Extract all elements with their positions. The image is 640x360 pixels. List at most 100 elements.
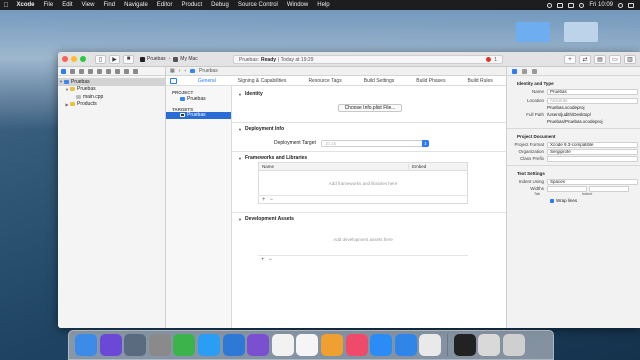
format-select[interactable]: Xcode 9.3-compatible bbox=[547, 141, 638, 148]
section-identity[interactable]: ▼ Identity bbox=[232, 90, 506, 98]
section-deployment[interactable]: ▼ Deployment Info bbox=[232, 125, 506, 133]
dock-chrome-icon[interactable] bbox=[419, 334, 442, 356]
forward-icon[interactable]: › bbox=[184, 68, 186, 74]
apple-menu-icon[interactable]:  bbox=[0, 2, 12, 9]
code-review-button[interactable]: ⇄ bbox=[579, 55, 591, 64]
tree-item-group[interactable]: ▼ Pruebas bbox=[58, 86, 165, 94]
name-field[interactable]: Pruebas bbox=[547, 88, 638, 95]
menu-file[interactable]: File bbox=[39, 2, 58, 8]
dock-terminal-icon[interactable] bbox=[453, 334, 476, 356]
menu-navigate[interactable]: Navigate bbox=[120, 2, 153, 8]
debug-icon[interactable] bbox=[115, 68, 120, 74]
back-icon[interactable]: ‹ bbox=[179, 68, 181, 74]
menu-product[interactable]: Product bbox=[177, 2, 207, 8]
notification-center-icon[interactable] bbox=[628, 2, 634, 8]
disclosure-open-icon[interactable]: ▼ bbox=[238, 217, 242, 222]
dock-pages-icon[interactable] bbox=[222, 334, 245, 356]
menu-debug[interactable]: Debug bbox=[207, 2, 234, 8]
dock-finder-icon[interactable] bbox=[75, 334, 97, 356]
tab-build-phases[interactable]: Build Phases bbox=[405, 78, 456, 84]
tab-build-settings[interactable]: Build Settings bbox=[353, 78, 406, 84]
dock-itunes-icon[interactable] bbox=[345, 334, 368, 356]
menu-xcode[interactable]: Xcode bbox=[12, 2, 39, 8]
history-icon[interactable] bbox=[522, 68, 527, 74]
organization-field[interactable]: Sergiprofe bbox=[547, 148, 638, 155]
menu-view[interactable]: View bbox=[77, 2, 99, 8]
menu-window[interactable]: Window bbox=[282, 2, 312, 8]
add-asset-button[interactable]: + bbox=[261, 257, 265, 263]
dock-system-preferences-icon[interactable] bbox=[148, 334, 171, 356]
disclosure-open-icon[interactable]: ▼ bbox=[238, 156, 242, 161]
menu-edit[interactable]: Edit bbox=[58, 2, 77, 8]
tab-resource-tags[interactable]: Resource Tags bbox=[297, 78, 352, 84]
menu-help[interactable]: Help bbox=[313, 2, 334, 8]
dock-xcode-instruments-icon[interactable] bbox=[197, 334, 220, 356]
indent-width-field[interactable] bbox=[589, 185, 629, 192]
toggle-navigator-panel-button[interactable]: ▤ bbox=[594, 55, 606, 64]
wrap-lines-checkbox[interactable] bbox=[550, 198, 554, 203]
minimize-window-button[interactable] bbox=[71, 56, 77, 62]
scheme-selector[interactable]: Pruebas › My Mac bbox=[140, 56, 198, 62]
menu-editor[interactable]: Editor bbox=[152, 2, 177, 8]
error-icon[interactable] bbox=[486, 57, 492, 62]
dock-calendar-icon[interactable] bbox=[271, 334, 294, 356]
remove-framework-button[interactable]: − bbox=[270, 197, 274, 203]
class-prefix-field[interactable] bbox=[547, 155, 638, 162]
section-assets[interactable]: ▼ Development Assets bbox=[232, 215, 506, 223]
dock-siri-icon[interactable] bbox=[99, 334, 122, 356]
test-icon[interactable] bbox=[106, 68, 111, 74]
tab-general[interactable]: General bbox=[187, 78, 227, 84]
show-targets-icon[interactable] bbox=[170, 77, 177, 84]
dock-preview-icon[interactable] bbox=[478, 334, 501, 356]
user-icon[interactable] bbox=[579, 2, 585, 8]
dock-launchpad-icon[interactable] bbox=[124, 334, 147, 356]
status-issue-count[interactable]: 1 bbox=[494, 57, 497, 63]
disclosure-open-icon[interactable]: ▼ bbox=[238, 92, 242, 97]
close-window-button[interactable] bbox=[62, 56, 68, 62]
menu-find[interactable]: Find bbox=[99, 2, 120, 8]
deployment-target-select[interactable]: 10.15 ⇕ bbox=[320, 139, 429, 147]
toggle-inspector-button[interactable]: ▥ bbox=[624, 55, 636, 64]
menu-source-control[interactable]: Source Control bbox=[233, 2, 282, 8]
menu-clock[interactable]: Fri 10:09 bbox=[589, 2, 613, 8]
issue-icon[interactable] bbox=[97, 68, 102, 74]
disclosure-open-icon[interactable]: ▼ bbox=[238, 127, 242, 132]
file-inspector-icon[interactable] bbox=[512, 68, 517, 74]
symbol-icon[interactable] bbox=[79, 68, 84, 74]
target-item[interactable]: Pruebas bbox=[166, 111, 231, 119]
add-framework-button[interactable]: + bbox=[262, 197, 266, 203]
dock-xcode-icon[interactable] bbox=[394, 334, 417, 356]
dock-notes-green-icon[interactable] bbox=[173, 334, 196, 356]
column-name[interactable]: Name bbox=[259, 164, 409, 169]
quick-help-icon[interactable] bbox=[532, 68, 537, 74]
tab-signing[interactable]: Signing & Capabilities bbox=[227, 78, 298, 84]
stop-button[interactable]: ■ bbox=[123, 54, 134, 64]
zoom-window-button[interactable] bbox=[80, 56, 86, 62]
desktop-item-icon[interactable] bbox=[564, 22, 598, 42]
toggle-debug-area-button[interactable]: ▭ bbox=[609, 55, 621, 64]
breakpoint-icon[interactable] bbox=[124, 68, 129, 74]
tab-build-rules[interactable]: Build Rules bbox=[456, 78, 503, 84]
jump-bar-crumb[interactable]: Pruebas bbox=[199, 68, 218, 74]
related-items-icon[interactable]: ▦ bbox=[170, 68, 175, 74]
dock-app-store-icon[interactable] bbox=[370, 334, 393, 356]
tree-item-file[interactable]: main.cpp bbox=[58, 93, 165, 101]
spotlight-icon[interactable] bbox=[618, 2, 623, 8]
section-frameworks[interactable]: ▼ Frameworks and Libraries bbox=[232, 154, 506, 162]
dock-imovie-icon[interactable] bbox=[247, 334, 270, 356]
source-control-icon[interactable] bbox=[70, 68, 75, 74]
airplay-icon[interactable] bbox=[557, 2, 564, 8]
tree-item-products[interactable]: ▶ Products bbox=[58, 101, 165, 109]
desktop-folder-icon[interactable] bbox=[516, 22, 550, 42]
choose-info-plist-button[interactable]: Choose Info.plist File... bbox=[338, 104, 402, 112]
dock-photos-icon[interactable] bbox=[320, 334, 343, 356]
tab-width-field[interactable] bbox=[547, 185, 587, 192]
find-icon[interactable] bbox=[88, 68, 93, 74]
report-icon[interactable] bbox=[133, 68, 138, 74]
project-item[interactable]: Pruebas bbox=[166, 95, 231, 103]
battery-icon[interactable] bbox=[568, 2, 575, 8]
library-button[interactable]: + bbox=[564, 55, 576, 64]
folder-icon[interactable] bbox=[61, 68, 66, 74]
indent-select[interactable]: Spaces bbox=[547, 178, 638, 185]
run-button[interactable]: ▶ bbox=[109, 54, 120, 64]
